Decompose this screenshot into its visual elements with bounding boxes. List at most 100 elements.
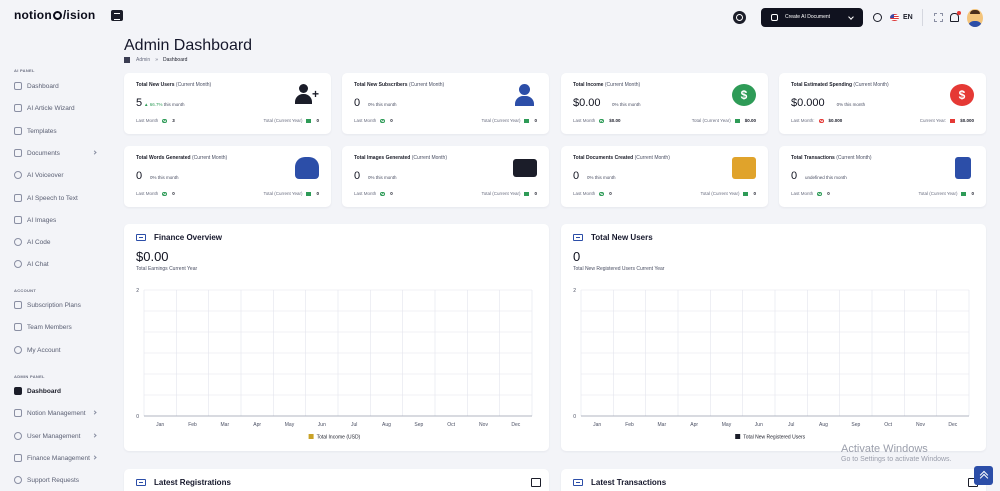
logo-text-right: ision xyxy=(66,8,96,22)
breadcrumb-root[interactable]: Admin xyxy=(136,57,150,63)
x-tick-label: May xyxy=(285,422,295,428)
sidebar-item-ai-code[interactable]: AI Code xyxy=(14,236,104,248)
sidebar-item-dashboard[interactable]: Dashboard xyxy=(14,80,104,92)
sidebar-item-support-requests[interactable]: Support Requests xyxy=(14,474,104,486)
last-month-label: Last Month xyxy=(791,191,814,196)
total-year-label: Current Year: xyxy=(919,118,947,123)
speech-icon xyxy=(14,194,22,202)
finance-overview-title: Finance Overview xyxy=(136,233,222,242)
sidebar-item-my-account[interactable]: My Account xyxy=(14,344,104,356)
chevron-right-icon xyxy=(92,433,97,438)
sidebar-item-ai-voiceover[interactable]: AI Voiceover xyxy=(14,169,104,181)
stat-total-year: Total (Current Year) 0 xyxy=(263,191,319,196)
stat-change-pct: 0% xyxy=(612,102,619,107)
theme-toggle-icon[interactable] xyxy=(733,11,746,24)
last-month-label: Last Month xyxy=(354,191,377,196)
trend-icon xyxy=(162,191,168,196)
notification-bell-icon[interactable] xyxy=(950,11,961,22)
x-tick-label: Jan xyxy=(156,422,164,428)
calendar-icon xyxy=(524,191,530,196)
stat-change: ▲ 66.7% this month xyxy=(144,102,185,107)
stat-total-year: Current Year: $0.000 xyxy=(920,118,974,123)
scroll-to-top-button[interactable] xyxy=(974,466,993,485)
stat-change-pct: 0% xyxy=(368,175,375,180)
total-year-label: Total (Current Year) xyxy=(481,191,521,196)
sidebar-item-templates[interactable]: Templates xyxy=(14,125,104,137)
account-heading: ACCOUNT xyxy=(14,288,37,293)
app-logo[interactable]: notion/ision xyxy=(14,8,95,22)
fullscreen-icon[interactable] xyxy=(934,13,943,22)
sidebar-item-label: Subscription Plans xyxy=(27,301,81,309)
stat-card: Total New Users (Current Month) 5 ▲ 66.7… xyxy=(124,73,331,134)
chevron-right-icon xyxy=(92,150,97,155)
template-icon xyxy=(14,127,22,135)
sidebar-item-finance-management[interactable]: Finance Management xyxy=(14,452,104,464)
stat-change-text: this month xyxy=(844,102,866,107)
last-month-value: 0 xyxy=(827,191,830,196)
chevron-right-icon xyxy=(92,455,97,460)
total-year-value: 0 xyxy=(971,191,974,196)
stat-card: Total Income (Current Month) $0.00 0% th… xyxy=(561,73,768,134)
stat-label-text: Total New Users xyxy=(136,82,175,88)
sidebar-item-ai-speech-to-text[interactable]: AI Speech to Text xyxy=(14,192,104,204)
grid-icon xyxy=(14,387,22,395)
dollar-icon: $ xyxy=(732,84,756,106)
total-year-label: Total (Current Year) xyxy=(263,191,303,196)
last-month-value: 0 xyxy=(609,191,612,196)
sidebar-item-team-members[interactable]: Team Members xyxy=(14,321,104,333)
calendar-icon xyxy=(950,118,956,123)
sidebar-item-user-management[interactable]: User Management xyxy=(14,430,104,442)
new-users-total-value: 0 xyxy=(573,249,581,264)
finance-subtitle: Total Earnings Current Year xyxy=(136,266,198,272)
latest-registrations-title: Latest Registrations xyxy=(136,478,231,487)
legend-swatch xyxy=(308,434,314,439)
total-year-label: Total (Current Year) xyxy=(481,118,521,123)
sidebar-item-label: Dashboard xyxy=(27,387,61,395)
finance-overview-chart: 0 2 Jan Feb Mar Apr May Jun Jul Aug Sep Oct Nov Dec To… xyxy=(136,288,533,441)
calendar-icon xyxy=(743,191,749,196)
sidebar-item-ai-article-wizard[interactable]: AI Article Wizard xyxy=(14,102,104,114)
stat-period: (Current Month) xyxy=(634,155,670,161)
calendar-icon xyxy=(306,191,312,196)
us-flag-icon[interactable] xyxy=(890,14,899,21)
card-title-text: Finance Overview xyxy=(154,233,223,242)
image-icon xyxy=(14,216,22,224)
latest-registrations-card: Latest Registrations xyxy=(124,469,549,491)
x-tick-label: Mar xyxy=(221,422,230,428)
stat-total-year: Total (Current Year) 0 xyxy=(263,118,319,123)
sidebar-item-documents[interactable]: Documents xyxy=(14,147,104,159)
new-users-title: Total New Users xyxy=(573,233,653,242)
stat-value: 0 xyxy=(354,97,361,109)
sidebar-item-subscription-plans[interactable]: Subscription Plans xyxy=(14,299,104,311)
total-year-value: 0 xyxy=(753,191,756,196)
user-avatar[interactable] xyxy=(967,9,983,27)
stat-change-text: this month xyxy=(157,175,179,180)
last-month-value: $0.00 xyxy=(609,118,621,123)
sidebar-item-label: Finance Management xyxy=(27,454,90,462)
sidebar-item-notion-management[interactable]: Notion Management xyxy=(14,407,104,419)
divider xyxy=(922,9,923,26)
logo-text-left: notion xyxy=(14,8,52,22)
x-tick-label: Sep xyxy=(414,422,423,428)
last-month-label: Last Month xyxy=(136,191,159,196)
x-tick-label: Feb xyxy=(625,422,634,428)
search-icon[interactable] xyxy=(873,13,882,22)
grid-icon xyxy=(124,57,130,63)
stat-last-month: Last Month 0 xyxy=(573,191,612,196)
trend-icon xyxy=(599,191,605,196)
stat-label: Total Images Generated (Current Month) xyxy=(354,155,447,161)
sidebar-item-admin-dashboard[interactable]: Dashboard xyxy=(14,385,104,397)
folder-documents-icon xyxy=(732,157,756,179)
stat-value: 5 xyxy=(136,97,143,109)
create-ai-document-button[interactable]: Create AI Document xyxy=(761,8,863,27)
stat-label: Total New Users (Current Month) xyxy=(136,82,211,88)
sidebar-item-ai-images[interactable]: AI Images xyxy=(14,214,104,226)
language-selector[interactable]: EN xyxy=(903,14,913,21)
transaction-document-icon xyxy=(955,157,971,179)
windows-activation-watermark: Activate Windows Go to Settings to activ… xyxy=(841,443,952,463)
view-all-icon[interactable] xyxy=(531,478,541,487)
sidebar-item-ai-chat[interactable]: AI Chat xyxy=(14,258,104,270)
menu-toggle-icon[interactable] xyxy=(111,10,123,21)
breadcrumb: Admin » Dashboard xyxy=(124,57,187,63)
team-icon xyxy=(14,323,22,331)
